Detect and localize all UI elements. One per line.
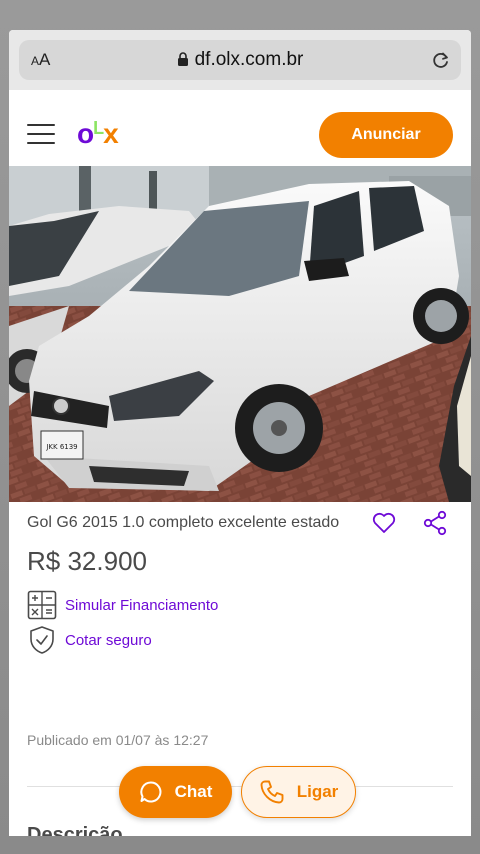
ad-photo[interactable]: JKK 6139	[9, 166, 471, 502]
chat-label: Chat	[174, 782, 213, 801]
shield-check-icon	[30, 626, 54, 654]
published-date: Publicado em 01/07 às 12:27	[27, 732, 209, 748]
description-heading: Descrição	[27, 824, 123, 836]
chat-bubble-icon	[139, 781, 162, 803]
car-photo-image: JKK 6139	[9, 166, 471, 502]
call-button[interactable]: Ligar	[241, 766, 356, 818]
simulate-financing-label: Simular Financiamento	[65, 596, 219, 614]
url-display[interactable]: df.olx.com.br	[19, 49, 461, 71]
license-plate-text: JKK 6139	[45, 443, 77, 451]
insurance-quote-label: Cotar seguro	[65, 631, 152, 649]
url-text: df.olx.com.br	[194, 49, 304, 70]
calculator-icon	[27, 590, 57, 620]
site-header: oLx Anunciar	[9, 90, 471, 166]
ad-price: R$ 32.900	[27, 546, 147, 576]
reload-icon[interactable]	[431, 50, 451, 70]
call-label: Ligar	[296, 782, 339, 801]
favorite-heart-icon[interactable]	[371, 510, 397, 536]
simulate-financing-link[interactable]: Simular Financiamento	[27, 590, 218, 620]
divider	[27, 786, 453, 787]
chat-button[interactable]: Chat	[119, 766, 232, 818]
browser-toolbar: AA df.olx.com.br	[9, 30, 471, 90]
share-icon[interactable]	[423, 510, 447, 536]
phone-icon	[260, 780, 284, 804]
address-bar[interactable]: AA df.olx.com.br	[19, 40, 461, 80]
browser-window: AA df.olx.com.br oLx Anunciar JKK 6139 G…	[9, 30, 471, 836]
ad-title: Gol G6 2015 1.0 completo excelente estad…	[27, 514, 340, 531]
lock-icon	[177, 52, 188, 66]
olx-logo[interactable]: oLx	[77, 118, 119, 150]
menu-icon[interactable]	[27, 124, 55, 146]
anunciar-button[interactable]: Anunciar	[319, 112, 453, 158]
insurance-quote-link[interactable]: Cotar seguro	[27, 625, 152, 655]
